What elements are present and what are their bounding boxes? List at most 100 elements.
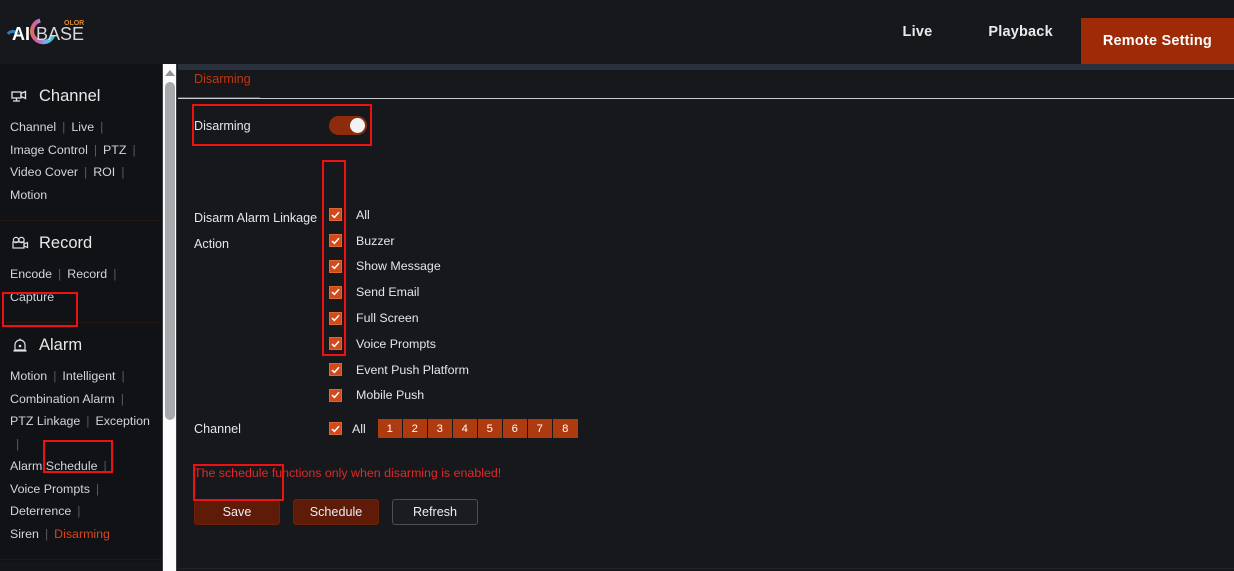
sidebar-divider [0, 322, 162, 323]
checkbox-full-screen[interactable] [329, 311, 342, 325]
sidebar-item-roi[interactable]: ROI [93, 161, 115, 184]
sidebar-item-channel[interactable]: Channel [10, 116, 56, 139]
top-navigation: Live Playback Remote Setting [875, 0, 1234, 64]
disarming-toggle[interactable] [328, 116, 367, 135]
sidebar-group-header-ai[interactable]: AI [8, 562, 162, 571]
sidebar-group-header-alarm[interactable]: Alarm [8, 325, 162, 365]
checkbox-mobile-push[interactable] [329, 388, 342, 402]
channel-button-6[interactable]: 6 [502, 419, 528, 438]
checkbox-show-message[interactable] [329, 259, 342, 273]
checkbox-row: Event Push Platform [329, 357, 469, 383]
checkbox-buzzer[interactable] [329, 234, 342, 248]
channel-button-4[interactable]: 4 [452, 419, 478, 438]
svg-text:AI: AI [12, 24, 30, 44]
sidebar-item-intelligent[interactable]: Intelligent [62, 365, 115, 388]
content-area: Disarming Disarming Disarm Alarm Linkage… [178, 64, 1234, 571]
sidebar-item-record[interactable]: Record [67, 263, 107, 286]
action-button-row: Save Schedule Refresh [194, 499, 478, 525]
sidebar-scrollbar[interactable] [162, 64, 177, 571]
sidebar-item-encode[interactable]: Encode [10, 263, 52, 286]
disarm-alarm-linkage-label: Disarm Alarm Linkage Action [194, 205, 324, 257]
checkbox-label: Buzzer [356, 233, 395, 248]
checkbox-label: Show Message [356, 259, 441, 274]
checkbox-row: Mobile Push [329, 383, 469, 409]
sidebar-item-alarm-schedule[interactable]: Alarm Schedule [10, 455, 97, 478]
sidebar-item-voice-prompts[interactable]: Voice Prompts [10, 478, 90, 501]
toggle-knob [349, 118, 365, 133]
sidebar: Channel Channel | Live | Image Control |… [0, 64, 162, 571]
nav-playback[interactable]: Playback [960, 0, 1080, 64]
sidebar-links-record: Encode | Record | Capture [8, 263, 162, 318]
channel-row: Channel All 1 2 3 4 5 6 7 8 [194, 419, 578, 438]
sidebar-item-alarm-motion[interactable]: Motion [10, 365, 47, 388]
alarm-light-icon [10, 335, 30, 355]
breadcrumb[interactable]: Disarming [194, 72, 251, 86]
channel-all-group: All [329, 422, 366, 436]
sidebar-item-live[interactable]: Live [71, 116, 94, 139]
top-bar: AI BASE OLOR Live Playback Remote Settin… [0, 0, 1234, 64]
checkbox-send-email[interactable] [329, 285, 342, 299]
camera-icon [10, 86, 30, 106]
breadcrumb-bar: Disarming [178, 64, 1234, 99]
svg-text:BASE: BASE [36, 24, 84, 44]
sidebar-item-motion[interactable]: Motion [10, 184, 47, 207]
app-logo: AI BASE OLOR [4, 12, 100, 52]
channel-button-3[interactable]: 3 [427, 419, 453, 438]
sidebar-group-title-alarm: Alarm [39, 335, 83, 354]
sidebar-item-combination-alarm[interactable]: Combination Alarm [10, 388, 115, 411]
disarming-label: Disarming [194, 118, 251, 133]
sidebar-divider [0, 559, 162, 560]
checkbox-voice-prompts[interactable] [329, 337, 342, 351]
link-separator: | [58, 267, 62, 281]
link-separator: | [53, 369, 57, 383]
checkbox-all[interactable] [329, 208, 342, 222]
channel-buttons: 1 2 3 4 5 6 7 8 [377, 419, 578, 438]
checkbox-label: Full Screen [356, 311, 419, 326]
scroll-up-arrow-icon[interactable] [163, 66, 176, 80]
nav-live[interactable]: Live [875, 0, 961, 64]
save-button[interactable]: Save [194, 499, 280, 525]
sidebar-group-channel: Channel Channel | Live | Image Control |… [0, 64, 162, 216]
aibase-logo-icon: AI BASE OLOR [6, 18, 84, 45]
sidebar-links-alarm: Motion | Intelligent | Combination Alarm… [8, 365, 162, 555]
sidebar-group-title-channel: Channel [39, 86, 101, 105]
sidebar-item-video-cover[interactable]: Video Cover [10, 161, 78, 184]
channel-button-2[interactable]: 2 [402, 419, 428, 438]
sidebar-item-ptz[interactable]: PTZ [103, 139, 126, 162]
sidebar-item-ptz-linkage[interactable]: PTZ Linkage [10, 410, 80, 433]
sidebar-group-header-record[interactable]: Record [8, 223, 162, 263]
sidebar-item-deterrence[interactable]: Deterrence [10, 500, 71, 523]
sidebar-group-ai: AI Setup | Recognition | Alarm | Statist… [0, 562, 162, 571]
sidebar-item-capture[interactable]: Capture [10, 286, 54, 309]
checkbox-channel-all[interactable] [329, 422, 342, 435]
checkbox-label: Send Email [356, 285, 420, 300]
refresh-button[interactable]: Refresh [392, 499, 478, 525]
channel-button-8[interactable]: 8 [552, 419, 578, 438]
sidebar-item-exception[interactable]: Exception [95, 410, 149, 433]
link-separator: | [120, 391, 124, 406]
sidebar-item-image-control[interactable]: Image Control [10, 139, 88, 162]
schedule-warning-text: The schedule functions only when disarmi… [194, 466, 502, 480]
scrollbar-thumb[interactable] [165, 82, 175, 420]
sidebar-item-disarming[interactable]: Disarming [54, 523, 110, 546]
linkage-label-line1: Disarm Alarm Linkage [194, 211, 318, 225]
sidebar-item-siren[interactable]: Siren [10, 523, 39, 546]
channel-all-label: All [352, 421, 366, 436]
link-separator: | [77, 504, 81, 518]
link-separator: | [103, 459, 107, 473]
link-separator: | [86, 414, 90, 428]
sidebar-group-title-record: Record [39, 233, 93, 252]
link-separator: | [113, 267, 117, 281]
link-separator: | [95, 481, 100, 496]
sidebar-group-alarm: Alarm Motion | Intelligent | Combination… [0, 325, 162, 555]
sidebar-group-header-channel[interactable]: Channel [8, 76, 162, 116]
checkbox-event-push-platform[interactable] [329, 363, 342, 377]
nav-remote-setting[interactable]: Remote Setting [1080, 18, 1234, 64]
sidebar-divider [0, 220, 162, 221]
channel-button-1[interactable]: 1 [377, 419, 403, 438]
channel-button-5[interactable]: 5 [477, 419, 503, 438]
schedule-button[interactable]: Schedule [293, 499, 379, 525]
link-separator: | [93, 142, 98, 157]
channel-button-7[interactable]: 7 [527, 419, 553, 438]
link-separator: | [100, 120, 104, 134]
